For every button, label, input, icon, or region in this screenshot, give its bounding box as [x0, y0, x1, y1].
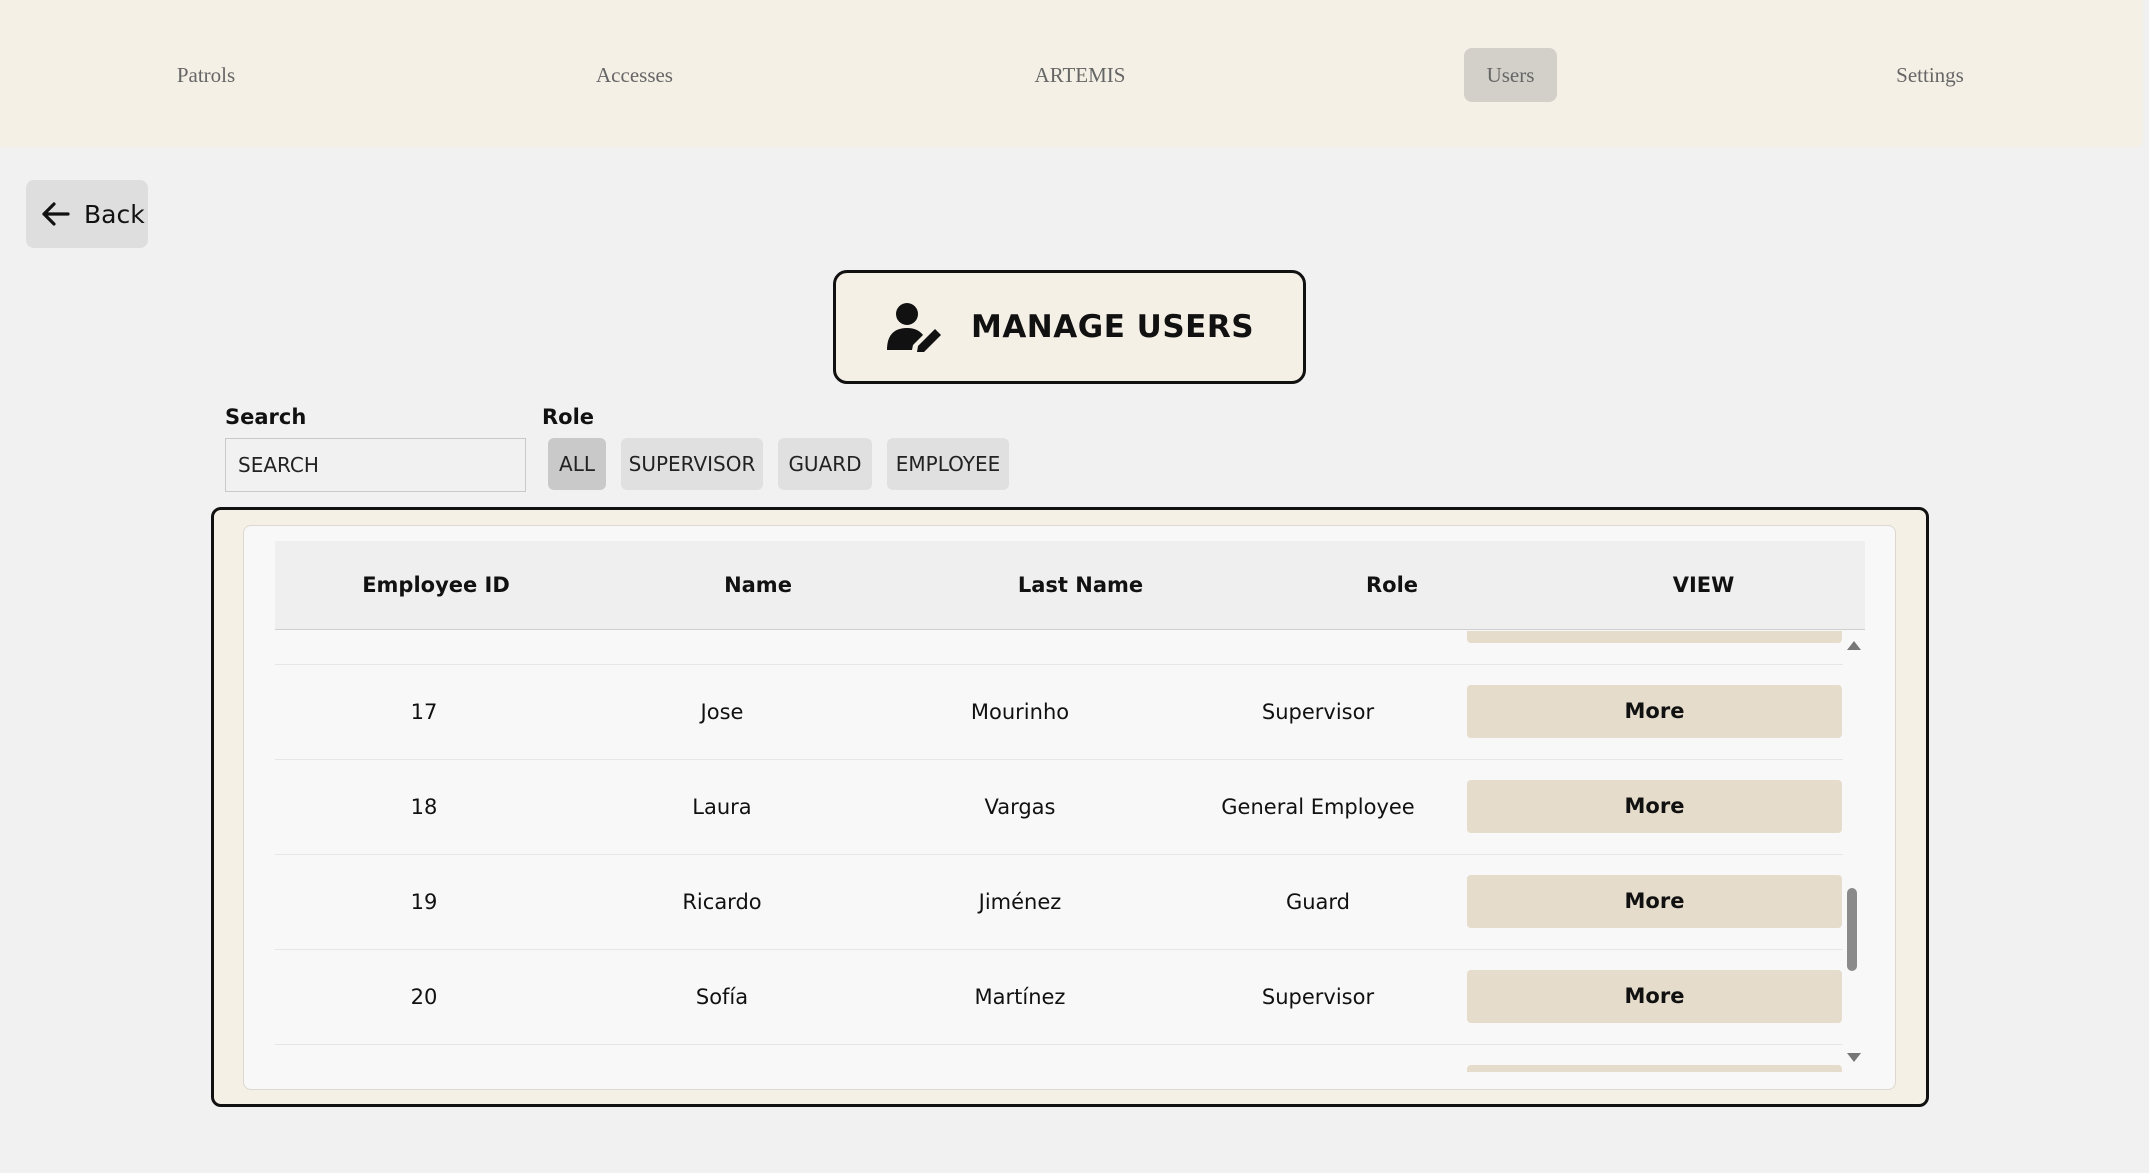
cell-name: Laura [692, 795, 752, 819]
role-filter-supervisor[interactable]: SUPERVISOR [621, 438, 763, 490]
table-header: Employee ID Name Last Name Role VIEW [275, 541, 1865, 630]
user-edit-icon [885, 302, 945, 352]
more-button[interactable]: More [1467, 685, 1842, 738]
cell-employee-id: 19 [410, 890, 438, 914]
table-row: 18 Laura Vargas General Employee More [275, 760, 1843, 855]
cell-name: Jose [700, 700, 744, 724]
scroll-down-icon[interactable] [1847, 1053, 1861, 1062]
more-button[interactable] [1467, 1065, 1842, 1072]
nav-item-patrols[interactable]: Patrols [150, 48, 262, 102]
nav-item-accesses[interactable]: Accesses [577, 48, 692, 102]
page-title: MANAGE USERS [970, 309, 1255, 345]
arrow-left-icon [42, 202, 70, 226]
table-row: 17 Jose Mourinho Supervisor More [275, 665, 1843, 760]
role-filter-guard[interactable]: GUARD [778, 438, 872, 490]
role-filter-employee[interactable]: EMPLOYEE [887, 438, 1009, 490]
more-button[interactable] [1467, 631, 1842, 643]
cell-employee-id: 20 [410, 985, 438, 1009]
cell-role: Supervisor [1261, 700, 1375, 724]
column-role: Role [1365, 573, 1419, 597]
table-row: 19 Ricardo Jiménez Guard More [275, 855, 1843, 950]
nav-item-users[interactable]: Users [1464, 48, 1557, 102]
more-button[interactable]: More [1467, 875, 1842, 928]
column-last-name: Last Name [1017, 573, 1144, 597]
cell-role: Guard [1285, 890, 1351, 914]
back-button[interactable]: Back [26, 180, 148, 248]
cell-employee-id: 17 [410, 700, 438, 724]
cell-last-name: Martínez [974, 985, 1066, 1009]
column-view: VIEW [1672, 573, 1735, 597]
back-button-label: Back [84, 199, 145, 229]
search-input[interactable]: SEARCH [225, 438, 526, 492]
cell-last-name: Mourinho [970, 700, 1070, 724]
cell-role: Supervisor [1261, 985, 1375, 1009]
more-button[interactable]: More [1467, 970, 1842, 1023]
cell-name: Ricardo [682, 890, 762, 914]
nav-item-settings[interactable]: Settings [1875, 48, 1985, 102]
page-title-box: MANAGE USERS [833, 270, 1306, 384]
column-name: Name [724, 573, 792, 597]
search-label: Search [225, 405, 307, 429]
role-filter-all[interactable]: ALL [548, 438, 606, 490]
table-row: 20 Sofía Martínez Supervisor More [275, 950, 1843, 1045]
scroll-thumb[interactable] [1847, 888, 1857, 971]
table-row [275, 631, 1843, 665]
cell-last-name: Vargas [984, 795, 1056, 819]
table-body[interactable]: 17 Jose Mourinho Supervisor More 18 Laur… [275, 631, 1843, 1072]
cell-name: Sofía [695, 985, 749, 1009]
more-button[interactable]: More [1467, 780, 1842, 833]
cell-employee-id: 18 [410, 795, 438, 819]
table-scrollbar[interactable] [1843, 631, 1865, 1072]
column-employee-id: Employee ID [362, 573, 510, 597]
role-label: Role [542, 405, 595, 429]
cell-last-name: Jiménez [978, 890, 1062, 914]
top-navigation: Patrols Accesses ARTEMIS Users Settings [0, 0, 2143, 147]
scroll-up-icon[interactable] [1847, 641, 1861, 650]
nav-item-artemis[interactable]: ARTEMIS [1020, 48, 1140, 102]
table-row [275, 1045, 1843, 1072]
cell-role: General Employee [1221, 795, 1415, 819]
